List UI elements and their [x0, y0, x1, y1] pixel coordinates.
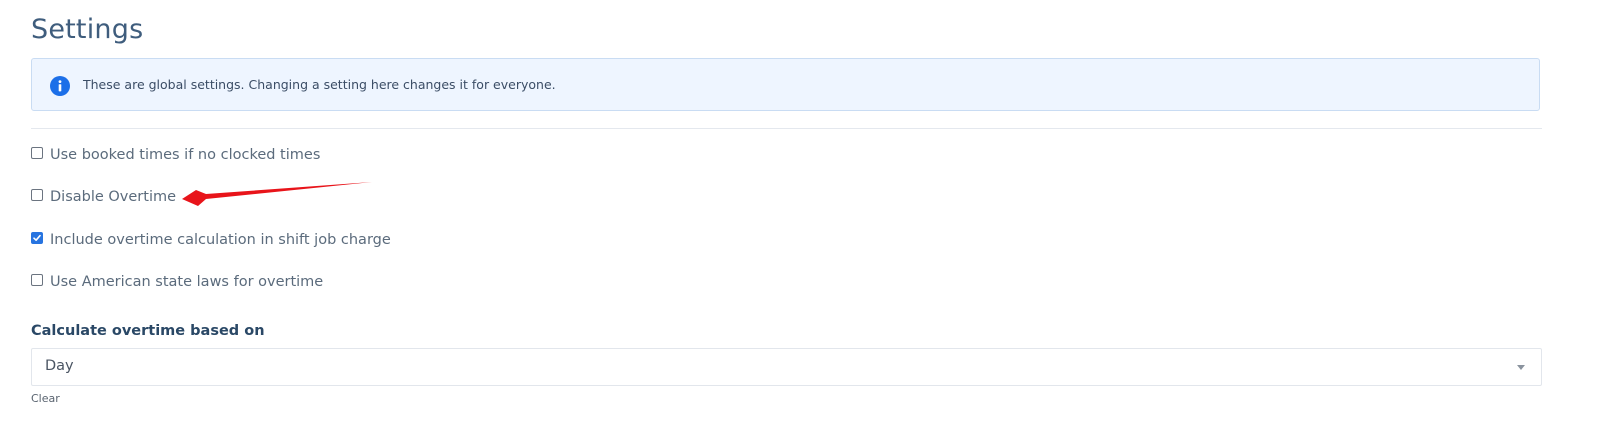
- settings-page: Settings These are global settings. Chan…: [0, 0, 1600, 421]
- option-label: Disable Overtime: [50, 189, 177, 205]
- info-icon: [50, 76, 70, 96]
- annotation-arrow-icon: [182, 182, 372, 206]
- disable-overtime-checkbox[interactable]: [31, 189, 43, 201]
- use-booked-times-checkbox[interactable]: [31, 147, 43, 159]
- checkmark-icon: [33, 234, 41, 241]
- alert-message: These are global settings. Changing a se…: [83, 77, 556, 92]
- page-title: Settings: [31, 14, 144, 45]
- option-disable-overtime[interactable]: Disable Overtime: [31, 189, 176, 205]
- include-overtime-calculation-checkbox[interactable]: [31, 232, 43, 244]
- overtime-basis-label: Calculate overtime based on: [31, 323, 265, 339]
- option-use-booked-times[interactable]: Use booked times if no clocked times: [31, 147, 320, 163]
- option-american-state-laws[interactable]: Use American state laws for overtime: [31, 274, 323, 290]
- info-alert: These are global settings. Changing a se…: [31, 58, 1540, 111]
- option-label: Use booked times if no clocked times: [50, 147, 321, 163]
- option-include-overtime-calculation[interactable]: Include overtime calculation in shift jo…: [31, 232, 391, 248]
- option-label: Use American state laws for overtime: [50, 274, 324, 290]
- overtime-basis-select[interactable]: Day: [31, 348, 1542, 386]
- american-state-laws-checkbox[interactable]: [31, 274, 43, 286]
- option-label: Include overtime calculation in shift jo…: [50, 232, 391, 248]
- overtime-basis-selected-value: Day: [45, 358, 74, 374]
- clear-link[interactable]: Clear: [31, 392, 60, 405]
- caret-down-icon: [1517, 365, 1525, 370]
- divider: [31, 128, 1542, 129]
